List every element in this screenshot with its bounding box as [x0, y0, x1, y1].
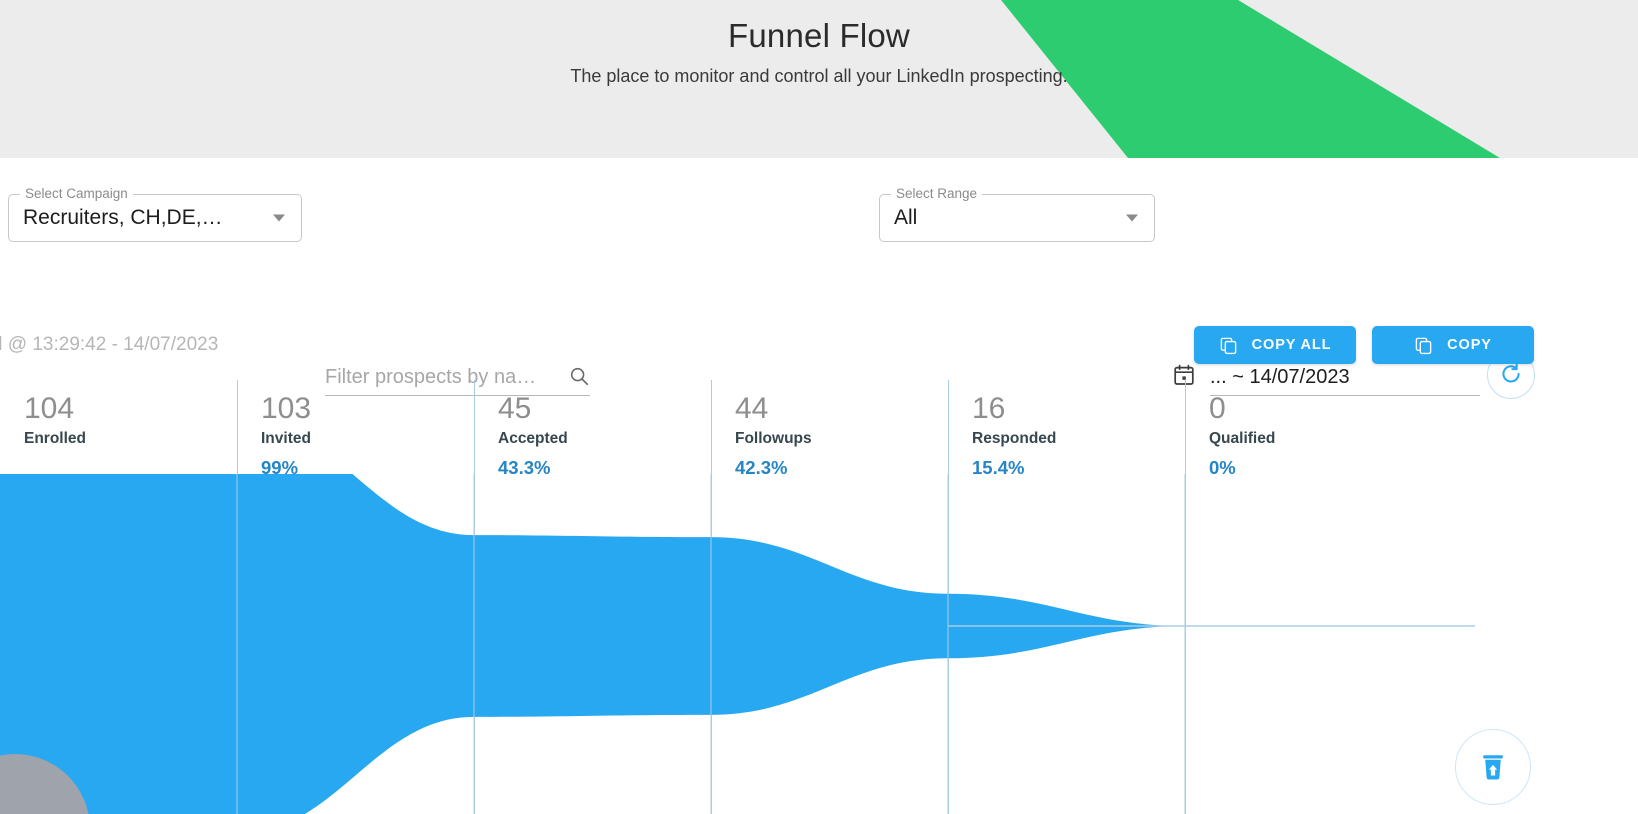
- header-text-block: Funnel Flow The place to monitor and con…: [0, 0, 1638, 88]
- stage-label: Followups: [735, 430, 812, 447]
- stage-label: Qualified: [1209, 430, 1276, 447]
- campaign-select[interactable]: Select Campaign Recruiters, CH,DE,…: [8, 186, 302, 242]
- stage-count: 103: [261, 392, 312, 425]
- copy-label: COPY: [1447, 337, 1492, 353]
- range-select-value: All: [894, 206, 918, 229]
- funnel-flow-shape: [0, 474, 1475, 814]
- stage-label: Invited: [261, 430, 311, 447]
- stage-count: 16: [972, 392, 1006, 425]
- copy-icon: [1415, 337, 1432, 354]
- stage-label: Accepted: [498, 430, 568, 447]
- copy-icon: [1220, 337, 1236, 354]
- stage-count: 104: [24, 392, 75, 425]
- range-select-label: Select Range: [891, 186, 983, 202]
- campaign-select-value: Recruiters, CH,DE,…: [23, 206, 223, 229]
- copy-button[interactable]: COPY: [1372, 326, 1534, 364]
- funnel-flow-page: Funnel Flow The place to monitor and con…: [0, 0, 1638, 814]
- range-select[interactable]: Select Range All: [879, 186, 1155, 242]
- stage-count: 44: [735, 392, 769, 425]
- page-subtitle: The place to monitor and control all you…: [570, 66, 1068, 86]
- stage-label: Enrolled: [24, 430, 87, 447]
- funnel-ribbon: [0, 474, 1475, 814]
- stage-count: 0: [1209, 392, 1226, 425]
- copy-all-label: COPY ALL: [1251, 337, 1332, 353]
- chevron-down-icon[interactable]: [273, 214, 285, 222]
- trash-restore-icon: [1483, 755, 1503, 780]
- stage-label: Responded: [972, 430, 1057, 447]
- stage-count: 45: [498, 392, 532, 425]
- copy-all-button[interactable]: COPY ALL: [1194, 326, 1356, 364]
- filter-bar: Select Campaign Recruiters, CH,DE,… Filt…: [0, 158, 1638, 399]
- funnel-timestamp: unnel @ 13:29:42 - 14/07/2023: [0, 334, 219, 355]
- funnel-flow-chart: [0, 474, 1638, 814]
- chevron-down-icon[interactable]: [1126, 214, 1138, 222]
- page-header: Funnel Flow The place to monitor and con…: [0, 0, 1638, 158]
- campaign-select-label: Select Campaign: [20, 186, 133, 202]
- restore-deleted-button[interactable]: [1455, 729, 1531, 805]
- page-title: Funnel Flow: [728, 17, 910, 54]
